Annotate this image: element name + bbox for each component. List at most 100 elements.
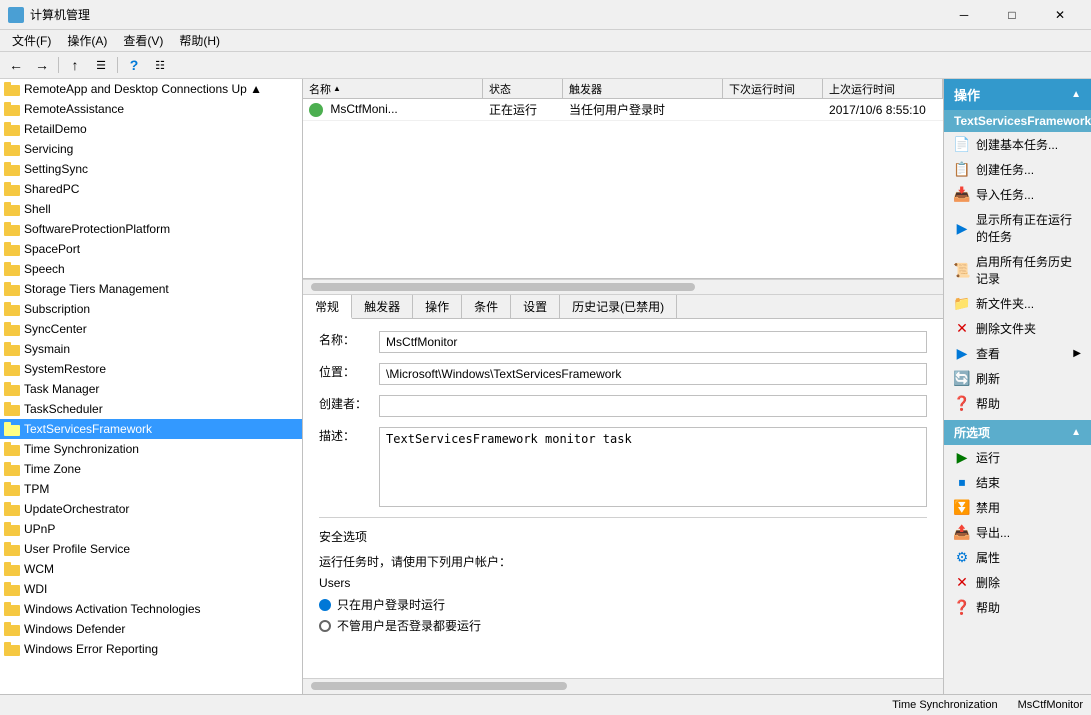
up-button[interactable]: ↑ <box>63 54 87 76</box>
menu-view[interactable]: 查看(V) <box>115 30 171 51</box>
detail-author-row: 创建者： <box>319 395 927 417</box>
tree-item-winerrorreporting[interactable]: Windows Error Reporting <box>0 639 302 659</box>
column-header-trigger[interactable]: 触发器 <box>563 79 723 98</box>
tree-item-spp[interactable]: SoftwareProtectionPlatform <box>0 219 302 239</box>
desc-textarea[interactable]: TextServicesFramework monitor task <box>379 427 927 507</box>
name-input[interactable] <box>379 331 927 353</box>
detail-hscroll[interactable] <box>303 678 943 694</box>
location-input[interactable] <box>379 363 927 385</box>
tree-item-remoteassistance[interactable]: RemoteAssistance <box>0 99 302 119</box>
tab-general[interactable]: 常规 <box>303 295 352 319</box>
column-header-lastrun[interactable]: 上次运行时间 <box>823 79 943 98</box>
action-enable-history[interactable]: 📜 启用所有任务历史记录 <box>944 249 1091 291</box>
close-button[interactable]: ✕ <box>1037 4 1083 26</box>
folder-icon <box>4 402 20 416</box>
action-end[interactable]: ⏹ 结束 <box>944 470 1091 495</box>
column-header-name[interactable]: 名称 ▲ <box>303 79 483 98</box>
action-create-basic[interactable]: 📄 创建基本任务... <box>944 132 1091 157</box>
action-view[interactable]: ▶ 查看 ▶ <box>944 341 1091 366</box>
minimize-button[interactable]: ─ <box>941 4 987 26</box>
tree-item-windefender[interactable]: Windows Defender <box>0 619 302 639</box>
maximize-button[interactable]: □ <box>989 4 1035 26</box>
tree-item-servicing[interactable]: Servicing <box>0 139 302 159</box>
tree-item-userprofileservice[interactable]: User Profile Service <box>0 539 302 559</box>
action-disable[interactable]: ⏬ 禁用 <box>944 495 1091 520</box>
sort-arrow: ▲ <box>333 84 341 93</box>
tree-item-settingsync[interactable]: SettingSync <box>0 159 302 179</box>
tree-item-spaceport[interactable]: SpacePort <box>0 239 302 259</box>
action-refresh[interactable]: 🔄 刷新 <box>944 366 1091 391</box>
action-help[interactable]: ❓ 帮助 <box>944 391 1091 416</box>
menu-action[interactable]: 操作(A) <box>59 30 115 51</box>
folder-icon <box>4 302 20 316</box>
action-export[interactable]: 📤 导出... <box>944 520 1091 545</box>
status-running-icon <box>309 103 323 117</box>
tree-item-taskscheduler[interactable]: TaskScheduler <box>0 399 302 419</box>
name-label: 名称： <box>319 331 379 348</box>
tree-item-storagetiers[interactable]: Storage Tiers Management <box>0 279 302 299</box>
radio-always-run[interactable]: 不管用户是否登录都要运行 <box>319 617 927 634</box>
folder-icon <box>4 182 20 196</box>
tree-item-tpm[interactable]: TPM <box>0 479 302 499</box>
folder-icon <box>4 282 20 296</box>
actions-header: 操作 ▲ <box>944 79 1091 110</box>
task-lastrun-cell: 2017/10/6 8:55:10 <box>823 101 943 119</box>
tree-item-timezone[interactable]: Time Zone <box>0 459 302 479</box>
tree-item-textservicesframework[interactable]: TextServicesFramework <box>0 419 302 439</box>
actions-expand-icon[interactable]: ▲ <box>1071 89 1081 100</box>
folder-icon <box>4 382 20 396</box>
folder-icon <box>4 602 20 616</box>
action-properties[interactable]: ⚙ 属性 <box>944 545 1091 570</box>
action-show-running[interactable]: ▶ 显示所有正在运行的任务 <box>944 207 1091 249</box>
tab-history[interactable]: 历史记录(已禁用) <box>560 295 677 318</box>
tree-item-sysmain[interactable]: Sysmain <box>0 339 302 359</box>
tree-item-wcm[interactable]: WCM <box>0 559 302 579</box>
menu-help[interactable]: 帮助(H) <box>171 30 228 51</box>
tree-item-speech[interactable]: Speech <box>0 259 302 279</box>
show-hide-button[interactable]: ☰ <box>89 54 113 76</box>
folder-icon <box>4 142 20 156</box>
action-run[interactable]: ▶ 运行 <box>944 445 1091 470</box>
action-help-sub[interactable]: ❓ 帮助 <box>944 595 1091 620</box>
action-delete-folder[interactable]: ✕ 删除文件夹 <box>944 316 1091 341</box>
folder-icon <box>4 162 20 176</box>
tree-item-systemrestore[interactable]: SystemRestore <box>0 359 302 379</box>
tab-conditions[interactable]: 条件 <box>462 295 511 318</box>
back-button[interactable]: ← <box>4 54 28 76</box>
folder-icon <box>4 102 20 116</box>
menu-file[interactable]: 文件(F) <box>4 30 59 51</box>
toolbar-separator-1 <box>58 57 59 73</box>
tab-triggers[interactable]: 触发器 <box>352 295 413 318</box>
task-list-hscroll[interactable] <box>303 279 943 295</box>
author-input[interactable] <box>379 395 927 417</box>
tree-item-retaildemo[interactable]: RetailDemo <box>0 119 302 139</box>
tree-item-synccenter[interactable]: SyncCenter <box>0 319 302 339</box>
selected-expand-icon[interactable]: ▲ <box>1071 427 1081 438</box>
tree-item-timesync[interactable]: Time Synchronization <box>0 439 302 459</box>
tree-item-taskmanager[interactable]: Task Manager <box>0 379 302 399</box>
folder-icon <box>4 222 20 236</box>
forward-button[interactable]: → <box>30 54 54 76</box>
radio-logon-only[interactable]: 只在用户登录时运行 <box>319 596 927 613</box>
tree-item-wdi[interactable]: WDI <box>0 579 302 599</box>
tab-actions[interactable]: 操作 <box>413 295 462 318</box>
tree-item-upnp[interactable]: UPnP <box>0 519 302 539</box>
task-list-header: 名称 ▲ 状态 触发器 下次运行时间 上次运行时间 <box>303 79 943 99</box>
action-import-task[interactable]: 📥 导入任务... <box>944 182 1091 207</box>
tree-item-subscription[interactable]: Subscription <box>0 299 302 319</box>
tree-item-updateorchestrator[interactable]: UpdateOrchestrator <box>0 499 302 519</box>
tree-item-sharedpc[interactable]: SharedPC <box>0 179 302 199</box>
create-task-icon: 📋 <box>954 162 970 178</box>
help-toolbar-button[interactable]: ? <box>122 54 146 76</box>
properties-toolbar-button[interactable]: ☷ <box>148 54 172 76</box>
action-create-task[interactable]: 📋 创建任务... <box>944 157 1091 182</box>
tree-item-remoteapp[interactable]: RemoteApp and Desktop Connections Up ▲ <box>0 79 302 99</box>
tab-settings[interactable]: 设置 <box>511 295 560 318</box>
column-header-status[interactable]: 状态 <box>483 79 563 98</box>
task-row[interactable]: MsCtfMoni... 正在运行 当任何用户登录时 2017/10/6 8:5… <box>303 99 943 121</box>
tree-item-winactivation[interactable]: Windows Activation Technologies <box>0 599 302 619</box>
tree-item-shell[interactable]: Shell <box>0 199 302 219</box>
action-new-folder[interactable]: 📁 新文件夹... <box>944 291 1091 316</box>
action-delete[interactable]: ✕ 删除 <box>944 570 1091 595</box>
column-header-nextrun[interactable]: 下次运行时间 <box>723 79 823 98</box>
